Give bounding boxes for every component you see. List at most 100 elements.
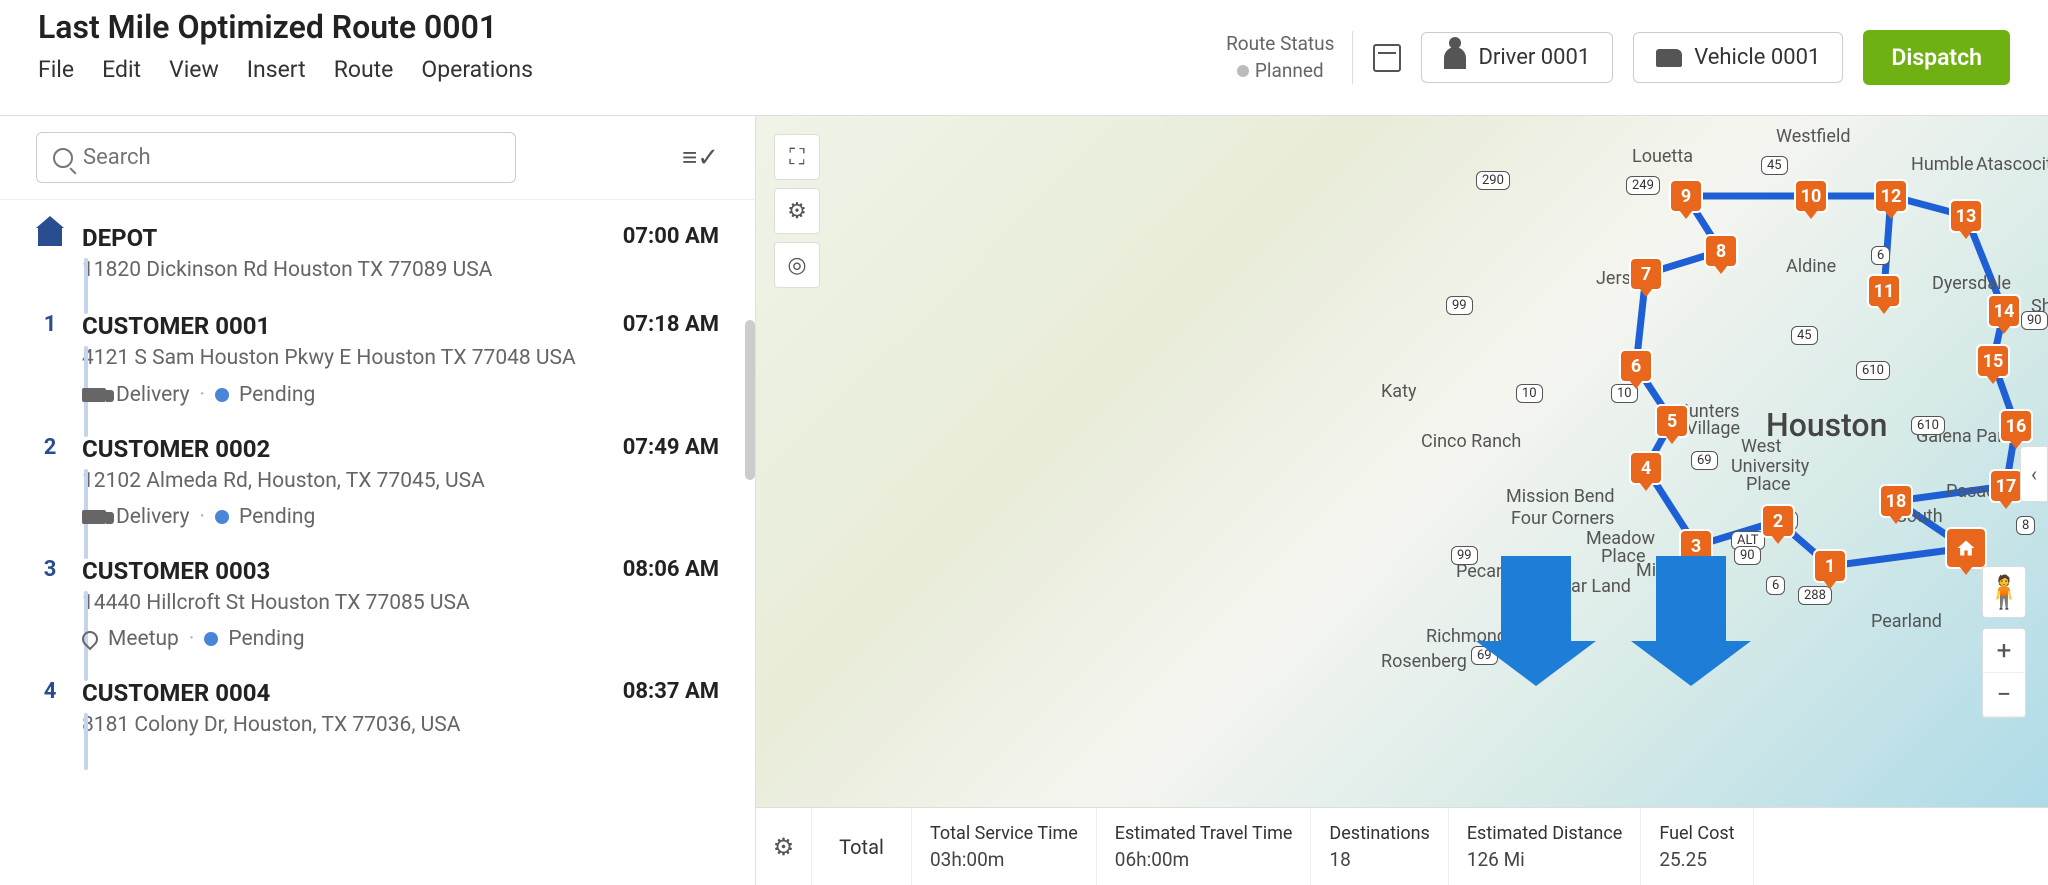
fullscreen-icon[interactable]: ⛶ (774, 134, 820, 180)
page-title: Last Mile Optimized Route 0001 (38, 8, 1226, 46)
arrow-annotation-icon (1501, 556, 1571, 646)
road-shield: 90 (1734, 546, 1761, 565)
stop-item[interactable]: 3CUSTOMER 000314440 Hillcroft St Houston… (36, 543, 719, 665)
stop-item[interactable]: 2CUSTOMER 000212102 Almeda Rd, Houston, … (36, 421, 719, 543)
map-marker[interactable]: 8 (1704, 234, 1738, 268)
stat-column: Destinations18 (1311, 808, 1448, 885)
stop-item[interactable]: 4CUSTOMER 00048181 Colony Dr, Houston, T… (36, 665, 719, 753)
collapse-panel-button[interactable]: ‹ (2020, 446, 2048, 502)
scrollbar[interactable] (745, 320, 755, 480)
main-menu: File Edit View Insert Route Operations (38, 56, 1226, 83)
stop-time: 07:18 AM (623, 312, 719, 406)
map-marker[interactable]: 12 (1874, 179, 1908, 213)
place-label: Humble (1911, 154, 1974, 175)
menu-operations[interactable]: Operations (421, 56, 533, 83)
stop-title: CUSTOMER 0004 (82, 679, 605, 707)
stop-meta: Delivery·Pending (82, 505, 605, 529)
pegman-icon[interactable]: 🧍 (1982, 566, 2026, 618)
sort-icon[interactable]: ≡✓ (682, 142, 719, 173)
status-dot-icon (1237, 65, 1249, 77)
dispatch-button[interactable]: Dispatch (1863, 30, 2010, 85)
zoom-in-button[interactable]: + (1983, 629, 2025, 673)
stop-title: CUSTOMER 0003 (82, 557, 605, 585)
place-label: Katy (1381, 381, 1417, 402)
road-shield: 610 (1856, 361, 1890, 380)
map-marker[interactable]: 5 (1655, 404, 1689, 438)
map-marker[interactable]: 9 (1669, 179, 1703, 213)
place-label: Cinco Ranch (1421, 431, 1521, 452)
truck-icon (82, 510, 106, 524)
place-label: Aldine (1786, 256, 1836, 277)
place-label: Mission Bend (1506, 486, 1615, 507)
map-marker[interactable]: 1 (1813, 549, 1847, 583)
stops-sidebar: ≡✓ DEPOT 11820 Dickinson Rd Houston TX 77… (0, 116, 756, 885)
stop-time: 08:37 AM (623, 679, 719, 739)
stop-meta: Meetup·Pending (82, 627, 605, 651)
home-icon (38, 226, 62, 246)
place-label: Village (1686, 418, 1740, 439)
map-marker[interactable]: 10 (1794, 179, 1828, 213)
menu-edit[interactable]: Edit (102, 56, 141, 83)
road-shield: 6 (1871, 246, 1890, 265)
map-marker[interactable]: 15 (1976, 344, 2010, 378)
truck-icon (82, 388, 106, 402)
map-marker[interactable]: 2 (1761, 504, 1795, 538)
road-shield: 69 (1691, 451, 1718, 470)
target-icon[interactable]: ◎ (774, 242, 820, 288)
vehicle-selector[interactable]: Vehicle 0001 (1633, 32, 1843, 83)
stat-column: Estimated Distance126 Mi (1449, 808, 1641, 885)
map-marker[interactable]: 14 (1987, 294, 2021, 328)
search-box[interactable] (36, 132, 516, 183)
map-marker[interactable]: 6 (1619, 349, 1653, 383)
stops-list[interactable]: DEPOT 11820 Dickinson Rd Houston TX 77089… (0, 200, 755, 885)
map-marker[interactable]: 13 (1949, 199, 1983, 233)
map-marker[interactable]: 18 (1879, 484, 1913, 518)
stop-item[interactable]: 1CUSTOMER 00014121 S Sam Houston Pkwy E … (36, 298, 719, 420)
stop-item[interactable]: DEPOT 11820 Dickinson Rd Houston TX 77089… (36, 210, 719, 298)
search-icon (53, 148, 73, 168)
calendar-icon[interactable] (1373, 44, 1401, 72)
stop-time: 07:49 AM (623, 435, 719, 529)
road-shield: 99 (1451, 546, 1478, 565)
stat-column: Estimated Travel Time06h:00m (1097, 808, 1312, 885)
stats-total-label: Total (812, 808, 912, 885)
driver-selector[interactable]: Driver 0001 (1421, 32, 1613, 83)
place-label: Dyersdale (1932, 273, 2011, 294)
stat-column: Total Service Time03h:00m (912, 808, 1097, 885)
route-status: Route Status Planned (1226, 31, 1353, 84)
zoom-out-button[interactable]: − (1983, 673, 2025, 717)
status-dot-icon (215, 388, 229, 402)
search-input[interactable] (83, 145, 499, 170)
map[interactable]: Houston WestfieldLouettaHuffmanHumbleAta… (756, 116, 2048, 885)
zoom-controls: + − (1982, 628, 2026, 718)
map-marker[interactable]: 16 (1999, 409, 2033, 443)
gear-icon[interactable]: ⚙ (774, 188, 820, 234)
stop-title: DEPOT (82, 224, 605, 252)
menu-view[interactable]: View (169, 56, 219, 83)
depot-marker[interactable] (1945, 527, 1987, 569)
status-dot-icon (215, 510, 229, 524)
map-marker[interactable]: 4 (1629, 451, 1663, 485)
map-marker[interactable]: 7 (1629, 257, 1663, 291)
place-label: Atascocita (1976, 154, 2048, 175)
stop-address: 11820 Dickinson Rd Houston TX 77089 USA (82, 256, 605, 284)
menu-file[interactable]: File (38, 56, 74, 83)
menu-route[interactable]: Route (334, 56, 394, 83)
pin-icon (79, 628, 102, 651)
road-shield: 249 (1626, 176, 1660, 195)
stop-address: 8181 Colony Dr, Houston, TX 77036, USA (82, 711, 605, 739)
map-marker[interactable]: 11 (1867, 274, 1901, 308)
road-shield: 8 (2016, 516, 2035, 535)
place-label: West (1741, 436, 1781, 457)
road-shield: 45 (1761, 156, 1788, 175)
stop-time: 08:06 AM (623, 557, 719, 651)
stats-gear-icon[interactable]: ⚙ (756, 808, 812, 885)
arrow-annotation-icon (1656, 556, 1726, 646)
map-marker[interactable]: 17 (1989, 469, 2023, 503)
stop-time: 07:00 AM (623, 224, 719, 284)
car-icon (1656, 49, 1682, 67)
road-shield: 90 (2021, 311, 2048, 330)
menu-insert[interactable]: Insert (247, 56, 306, 83)
place-label: Westfield (1776, 126, 1850, 147)
stop-address: 12102 Almeda Rd, Houston, TX 77045, USA (82, 467, 605, 495)
